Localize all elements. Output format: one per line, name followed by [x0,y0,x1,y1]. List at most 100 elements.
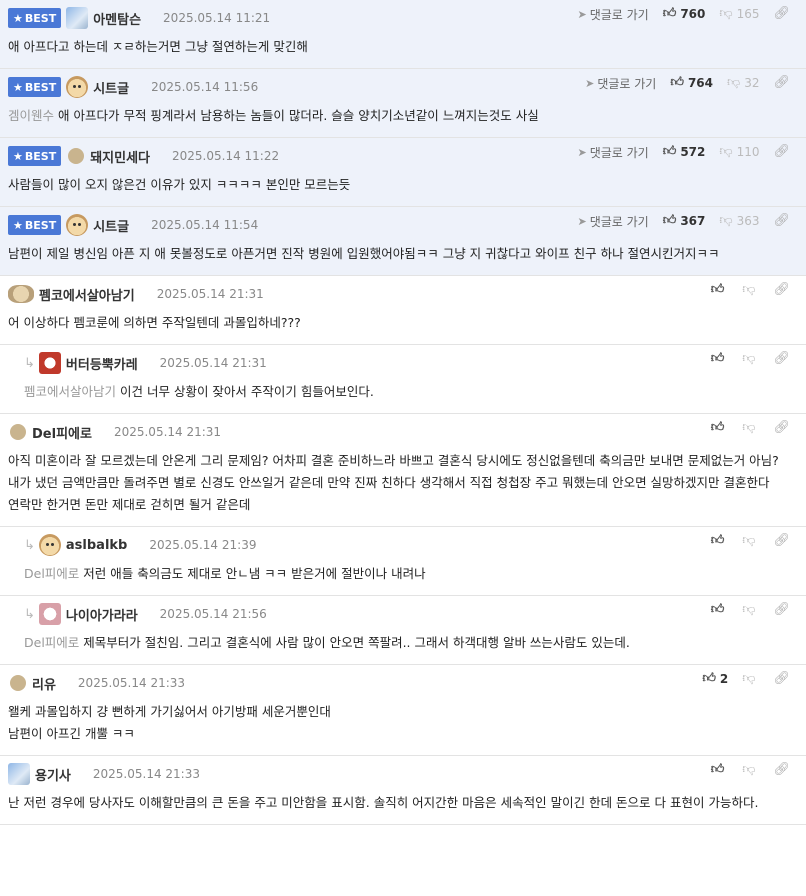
thumbs-down-icon: 👎︎ [742,762,756,777]
mention-link[interactable]: 겜이웬수 [8,108,54,123]
avatar[interactable] [38,534,61,556]
thumbs-down-icon: 👎︎ [742,420,756,435]
avatar[interactable] [68,148,85,164]
link-icon[interactable]: 🔗︎ [773,6,790,21]
comment-text: 펨코에서살아남기 이건 너무 상황이 잦아서 주작이기 힘들어보인다. [24,384,374,399]
dislike-button[interactable]: 👎︎ [742,602,759,617]
comment-actions: 👍︎ 👎︎ 🔗︎ [711,276,790,312]
thumbs-down-icon: 👎︎ [742,282,756,297]
avatar[interactable] [38,352,61,374]
like-button[interactable]: 👍︎ 367 [663,213,706,228]
thumbs-down-icon: 👎︎ [719,144,733,159]
comment-actions: 👍︎ 👎︎ 🔗︎ [711,756,790,792]
dislike-button[interactable]: 👎︎ [742,533,759,548]
thumbs-up-icon: 👍︎ [710,602,725,617]
avatar[interactable] [8,285,34,303]
mention-link[interactable]: Del피에로 [24,566,79,581]
dislike-button[interactable]: 👎︎ 363 [719,213,759,228]
dislike-button[interactable]: 👎︎ 165 [719,6,759,21]
avatar[interactable] [66,76,89,98]
comment-header: ★ BEST 돼지민세다 2025.05.14 11:22 ➤ 댓글로 가기 👍︎ 5… [8,138,798,174]
dislike-button[interactable]: 👎︎ [742,762,759,777]
link-icon[interactable]: 🔗︎ [773,351,790,366]
send-arrow-icon: ➤ [577,215,587,228]
best-comment: ★ BEST 시트글 2025.05.14 11:54 ➤ 댓글로 가기 👍︎ 367… [0,207,806,276]
author-name[interactable]: 용기사 [35,765,71,784]
like-button[interactable]: 👍︎ [711,420,729,435]
dislike-button[interactable]: 👎︎ 32 [727,75,759,90]
like-button[interactable]: 👍︎ [711,351,729,366]
goto-comment-link[interactable]: ➤ 댓글로 가기 [577,213,648,230]
thumbs-up-icon: 👍︎ [710,533,725,548]
reply-comment: ↳ 버터등뿍카레 2025.05.14 21:31 👍︎ 👎︎ 🔗︎ 펨코에서살… [0,345,806,414]
link-icon[interactable]: 🔗︎ [773,671,790,686]
comment-text: 애 아프다고 하는데 ㅈㄹ하는거면 그냥 절연하는게 맞긴해 [8,39,308,54]
thumbs-down-icon: 👎︎ [742,351,756,366]
like-button[interactable]: 👍︎ [711,282,729,297]
author-name[interactable]: 시트글 [93,216,129,235]
comment-actions: ➤ 댓글로 가기 👍︎ 572 👎︎ 110 🔗︎ [577,138,790,174]
comment-list: ★ BEST 아멘탐슨 2025.05.14 11:21 ➤ 댓글로 가기 👍︎ 76… [0,0,806,825]
link-icon[interactable]: 🔗︎ [773,420,790,435]
avatar[interactable] [66,214,89,236]
goto-comment-link[interactable]: ➤ 댓글로 가기 [577,144,648,161]
avatar[interactable] [38,603,61,625]
avatar[interactable] [10,424,26,440]
best-comment: ★ BEST 시트글 2025.05.14 11:56 ➤ 댓글로 가기 👍︎ 764… [0,69,806,138]
comment: 펨코에서살아남기 2025.05.14 21:31 👍︎ 👎︎ 🔗︎ 어 이상하… [0,276,806,345]
thumbs-up-icon: 👍︎ [702,671,716,686]
thumbs-up-icon: 👍︎ [662,144,677,159]
comment-text: 어 이상하다 펨코룬에 의하면 주작일텐데 과몰입하네??? [8,315,301,330]
comment-date: 2025.05.14 21:31 [156,287,264,301]
best-badge: ★ BEST [8,77,62,97]
like-button[interactable]: 👍︎ [711,602,729,617]
link-icon[interactable]: 🔗︎ [773,602,790,617]
link-icon[interactable]: 🔗︎ [773,282,790,297]
avatar[interactable] [66,7,89,29]
goto-comment-link[interactable]: ➤ 댓글로 가기 [585,75,656,92]
author-name[interactable]: 리유 [32,674,56,693]
like-button[interactable]: 👍︎ [711,762,729,777]
comment-actions: 👍︎ 👎︎ 🔗︎ [711,527,790,563]
dislike-button[interactable]: 👎︎ [742,282,759,297]
author-name[interactable]: aslbalkb [66,538,127,553]
dislike-button[interactable]: 👎︎ 110 [719,144,759,159]
author-name[interactable]: 나이아가라라 [66,605,138,624]
dislike-button[interactable]: 👎︎ [742,351,759,366]
link-icon[interactable]: 🔗︎ [773,213,790,228]
comment-text: Del피에로 제목부터가 절친임. 그리고 결혼식에 사람 많이 안오면 쪽팔려.… [24,635,630,650]
link-icon[interactable]: 🔗︎ [773,533,790,548]
author-name[interactable]: 펨코에서살아남기 [39,285,135,304]
avatar[interactable] [8,763,30,785]
comment-header: 용기사 2025.05.14 21:33 👍︎ 👎︎ 🔗︎ [8,756,798,792]
comment-header: 펨코에서살아남기 2025.05.14 21:31 👍︎ 👎︎ 🔗︎ [8,276,798,312]
comment-date: 2025.05.14 21:31 [113,425,222,439]
dislike-button[interactable]: 👎︎ [742,671,759,686]
comment-actions: ➤ 댓글로 가기 👍︎ 764 👎︎ 32 🔗︎ [585,69,790,105]
link-icon[interactable]: 🔗︎ [773,762,790,777]
author-name[interactable]: 시트글 [93,78,129,97]
mention-link[interactable]: 펨코에서살아남기 [24,384,116,399]
dislike-button[interactable]: 👎︎ [742,420,759,435]
goto-comment-link[interactable]: ➤ 댓글로 가기 [577,6,648,23]
link-icon[interactable]: 🔗︎ [773,144,790,159]
comment-header: Del피에로 2025.05.14 21:31 👍︎ 👎︎ 🔗︎ [8,414,798,450]
comment: Del피에로 2025.05.14 21:31 👍︎ 👎︎ 🔗︎ 아직 미혼이라… [0,414,806,527]
best-badge: ★ BEST [8,146,62,166]
like-button[interactable]: 👍︎ 572 [663,144,706,159]
like-button[interactable]: 👍︎ 2 [702,671,728,686]
author-name[interactable]: 아멘탐슨 [93,9,141,28]
like-button[interactable]: 👍︎ 764 [670,75,713,90]
avatar[interactable] [10,675,26,691]
reply-comment: ↳ 나이아가라라 2025.05.14 21:56 👍︎ 👎︎ 🔗︎ Del피에… [0,596,806,665]
author-name[interactable]: Del피에로 [32,423,92,442]
thumbs-down-icon: 👎︎ [742,533,756,548]
thumbs-down-icon: 👎︎ [719,213,733,228]
mention-link[interactable]: Del피에로 [24,635,79,650]
best-badge: ★ BEST [8,215,62,235]
like-button[interactable]: 👍︎ 760 [663,6,706,21]
author-name[interactable]: 돼지민세다 [90,147,150,166]
link-icon[interactable]: 🔗︎ [773,75,790,90]
author-name[interactable]: 버터등뿍카레 [66,354,138,373]
like-button[interactable]: 👍︎ [711,533,729,548]
